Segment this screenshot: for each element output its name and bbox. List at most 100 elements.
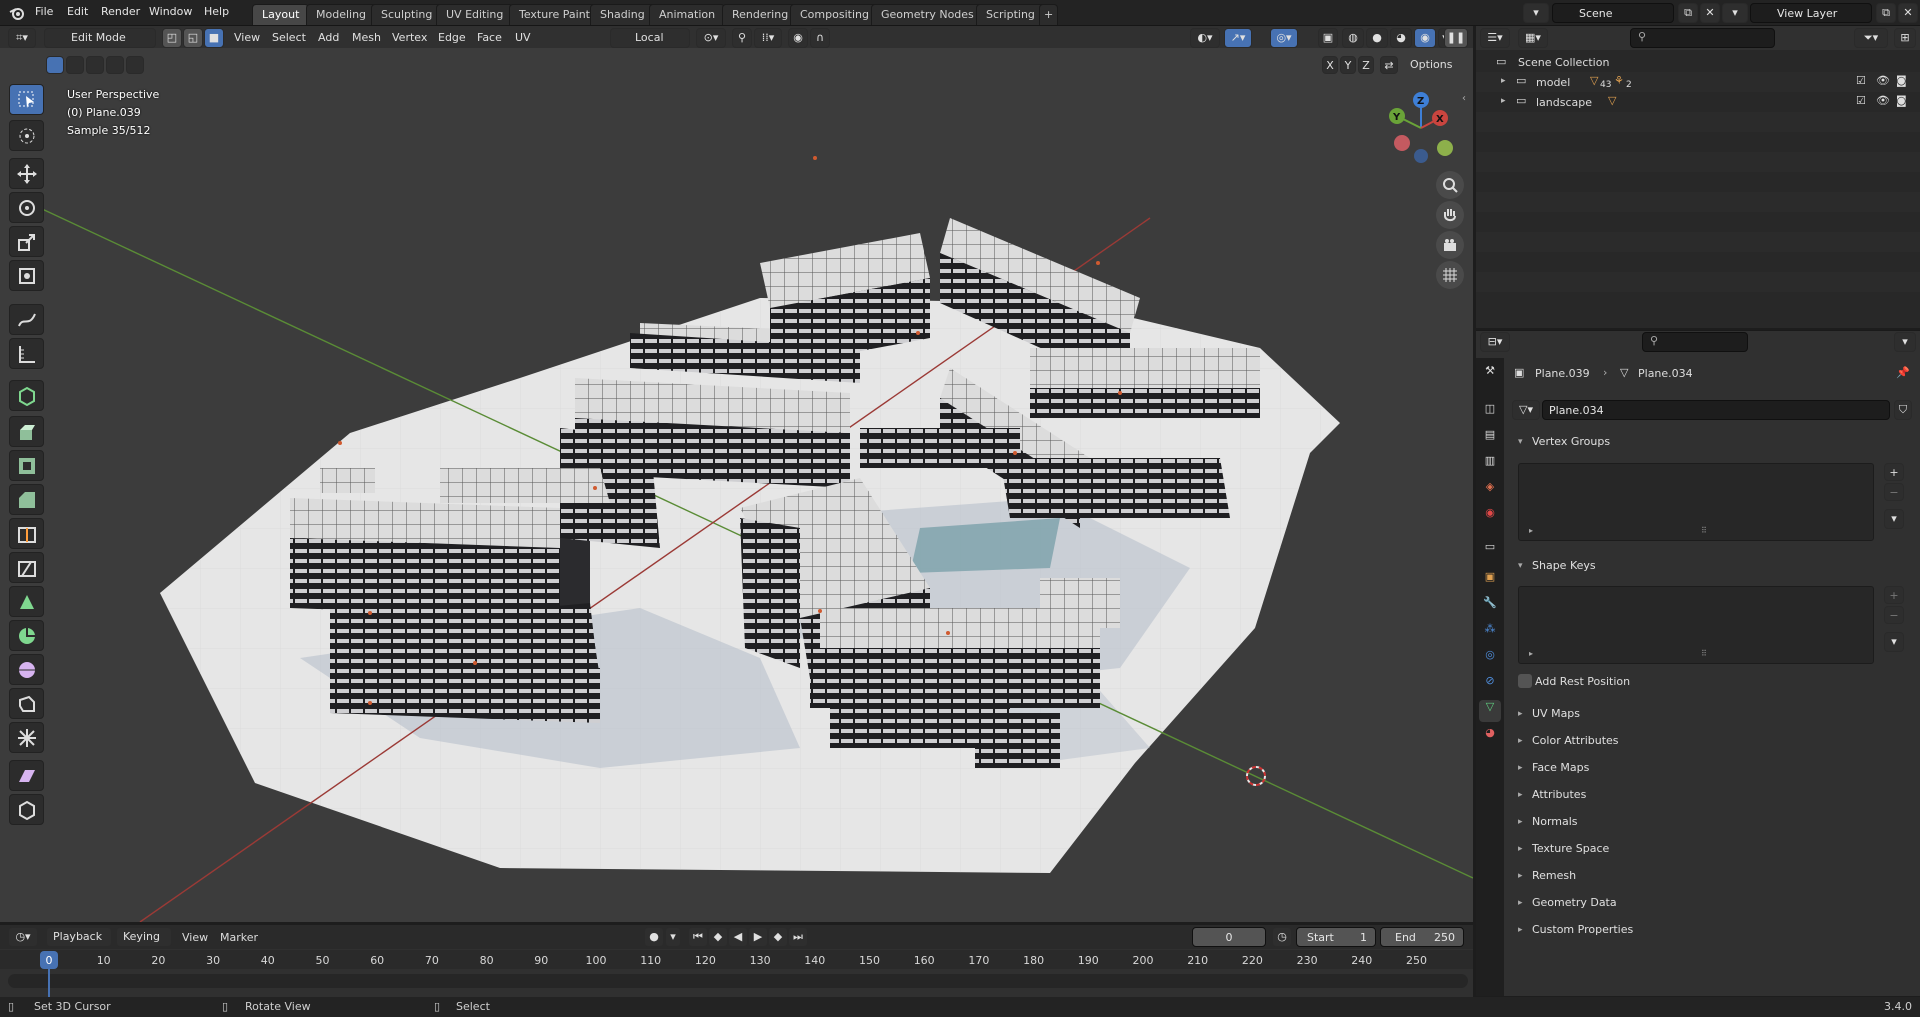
vertex-groups-list[interactable]: ▸ ⠿ [1518, 463, 1874, 541]
tool-tab-icon[interactable]: ⚒ [1479, 364, 1501, 386]
add-workspace-icon[interactable]: + [1039, 4, 1059, 25]
custom-properties-panel[interactable]: ▸ Custom Properties [1510, 919, 1910, 942]
ortho-toggle-icon[interactable] [1436, 261, 1464, 289]
tab-rendering[interactable]: Rendering [722, 4, 799, 25]
annotate-tool[interactable] [9, 304, 44, 335]
texture-space-panel[interactable]: ▸ Texture Space [1510, 838, 1910, 861]
scene-icon[interactable]: ▾ [1523, 3, 1549, 23]
delete-scene-icon[interactable]: ✕ [1700, 3, 1720, 23]
menu-window[interactable]: Window [149, 5, 192, 18]
mesh-browse-icon[interactable]: ▽▾ [1512, 400, 1540, 420]
eye-icon[interactable]: 👁 [1876, 94, 1890, 107]
scene-tab-icon[interactable]: ◈ [1479, 480, 1501, 502]
measure-tool[interactable] [9, 338, 44, 369]
tab-scripting[interactable]: Scripting [976, 4, 1045, 25]
tab-animation[interactable]: Animation [649, 4, 726, 25]
select-subtract-icon[interactable] [86, 56, 104, 74]
shear-tool[interactable] [9, 760, 44, 791]
add-cube-tool[interactable] [9, 380, 44, 411]
xray-toggle-icon[interactable]: ▣ [1318, 28, 1338, 48]
shape-keys-panel[interactable]: ▾ Shape Keys [1510, 555, 1910, 578]
menu-uv[interactable]: UV [515, 31, 531, 44]
edge-select-icon[interactable]: ◱ [183, 28, 203, 48]
world-tab-icon[interactable]: ◉ [1479, 506, 1501, 528]
fake-user-icon[interactable]: ⛉ [1894, 400, 1912, 420]
attributes-panel[interactable]: ▸ Attributes [1510, 784, 1910, 807]
mirror-x-toggle[interactable]: X [1322, 56, 1338, 74]
outliner-editor-icon[interactable]: ☰▾ [1480, 28, 1510, 48]
tab-compositing[interactable]: Compositing [790, 4, 879, 25]
pin-icon[interactable]: 📌 [1896, 366, 1910, 379]
display-mode-icon[interactable]: ▦▾ [1518, 28, 1548, 48]
auto-keying-icon[interactable]: ● [644, 927, 664, 947]
rip-region-tool[interactable] [9, 794, 44, 825]
mirror-y-toggle[interactable]: Y [1340, 56, 1356, 74]
remesh-panel[interactable]: ▸ Remesh [1510, 865, 1910, 888]
play-reverse-icon[interactable]: ◀ [728, 927, 748, 947]
delete-view-layer-icon[interactable]: ✕ [1898, 3, 1918, 23]
menu-edge[interactable]: Edge [438, 31, 466, 44]
modifier-tab-icon[interactable]: 🔧 [1479, 596, 1501, 618]
scale-tool[interactable] [9, 226, 44, 257]
3d-viewport[interactable]: User Perspective (0) Plane.039 Sample 35… [0, 48, 1473, 922]
start-frame-field[interactable]: Start 1 [1296, 927, 1376, 947]
inset-faces-tool[interactable] [9, 450, 44, 481]
menu-mesh[interactable]: Mesh [352, 31, 381, 44]
outliner-row-landscape[interactable]: ▸ ▭ landscape ▽ ☑ 👁 ◙ [1476, 92, 1920, 112]
material-tab-icon[interactable]: ◕ [1479, 726, 1501, 748]
editor-type-icon[interactable]: ⌗▾ [8, 28, 36, 48]
prev-keyframe-icon[interactable]: ◆ [708, 927, 728, 947]
knife-tool[interactable] [9, 552, 44, 583]
edge-slide-tool[interactable] [9, 688, 44, 719]
menu-edit[interactable]: Edit [67, 5, 88, 18]
uv-maps-panel[interactable]: ▸ UV Maps [1510, 703, 1910, 726]
vertex-groups-panel[interactable]: ▾ Vertex Groups [1510, 431, 1910, 454]
cursor-tool[interactable] [9, 120, 44, 151]
pause-render-icon[interactable]: ❚❚ [1444, 28, 1468, 48]
render-tab-icon[interactable]: ◫ [1479, 402, 1501, 424]
menu-file[interactable]: File [35, 5, 53, 18]
next-keyframe-icon[interactable]: ◆ [768, 927, 788, 947]
play-icon[interactable]: ▶ [748, 927, 768, 947]
keying-menu[interactable]: Keying [116, 927, 172, 947]
preview-range-icon[interactable]: ◷ [1272, 927, 1292, 947]
list-resize-handle-icon[interactable]: ⠿ [1701, 526, 1707, 535]
add-shape-key-button[interactable]: + [1884, 586, 1904, 604]
tab-geometry-nodes[interactable]: Geometry Nodes [871, 4, 984, 25]
shrink-fatten-tool[interactable] [9, 722, 44, 753]
solid-shading-icon[interactable]: ● [1366, 28, 1388, 48]
transform-orientation[interactable]: Local [610, 28, 690, 48]
select-intersect-icon[interactable] [126, 56, 144, 74]
list-resize-handle-icon[interactable]: ⠿ [1701, 649, 1707, 658]
keying-set-icon[interactable]: ▾ [665, 927, 681, 947]
physics-tab-icon[interactable]: ◎ [1479, 648, 1501, 670]
select-box-tool[interactable] [9, 84, 44, 115]
visibility-icon[interactable]: ◐▾ [1190, 28, 1220, 48]
vertex-select-icon[interactable]: ◰ [162, 28, 182, 48]
zoom-icon[interactable] [1436, 171, 1464, 199]
mode-selector[interactable]: Edit Mode [44, 28, 156, 48]
add-rest-position-checkbox[interactable] [1518, 674, 1532, 688]
normals-panel[interactable]: ▸ Normals [1510, 811, 1910, 834]
mesh-name-field[interactable]: Plane.034 [1542, 400, 1890, 420]
data-tab-icon[interactable]: ▽ [1479, 700, 1501, 722]
expand-arrow-icon[interactable]: ▸ [1501, 96, 1506, 106]
tab-texture-paint[interactable]: Texture Paint [509, 4, 600, 25]
timeline-editor-icon[interactable]: ◷▾ [8, 927, 38, 947]
face-select-icon[interactable]: ■ [204, 28, 224, 48]
list-filter-arrow-icon[interactable]: ▸ [1529, 649, 1533, 658]
tab-sculpting[interactable]: Sculpting [371, 4, 443, 25]
properties-options-icon[interactable]: ▾ [1894, 332, 1916, 352]
geometry-data-panel[interactable]: ▸ Geometry Data [1510, 892, 1910, 915]
overlay-toggle-icon[interactable]: ◎▾ [1270, 28, 1298, 48]
wireframe-shading-icon[interactable]: ◍ [1342, 28, 1364, 48]
blender-logo-icon[interactable] [9, 5, 25, 21]
proportional-edit-icon[interactable]: ◉ [788, 28, 808, 48]
menu-face[interactable]: Face [477, 31, 502, 44]
render-camera-icon[interactable]: ◙ [1896, 74, 1907, 87]
gizmo-toggle-icon[interactable]: ↗▾ [1224, 28, 1252, 48]
menu-vertex[interactable]: Vertex [392, 31, 427, 44]
new-scene-icon[interactable]: ⧉ [1678, 3, 1698, 23]
output-tab-icon[interactable]: ▤ [1479, 428, 1501, 450]
falloff-icon[interactable]: ∩ [810, 28, 830, 48]
